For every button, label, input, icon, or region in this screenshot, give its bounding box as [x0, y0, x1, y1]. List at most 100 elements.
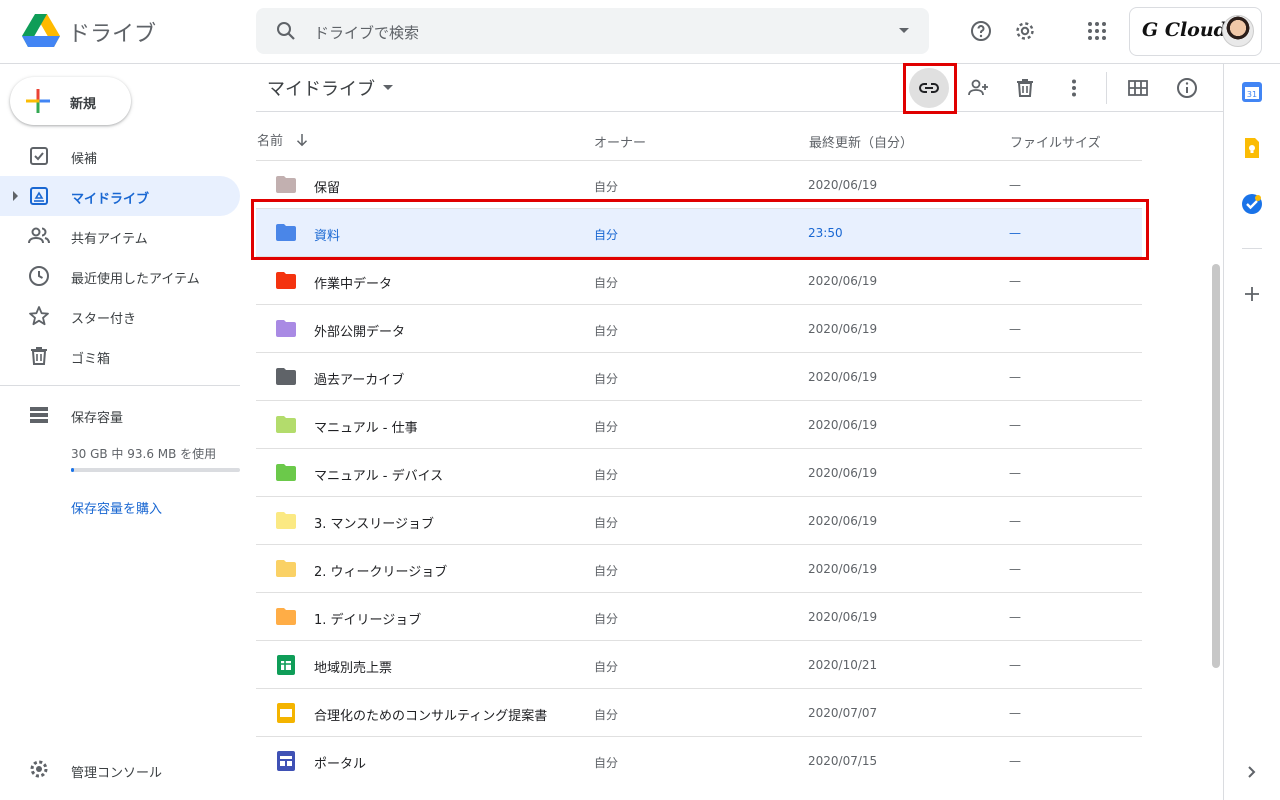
new-button[interactable]: 新規	[10, 77, 131, 125]
file-modified: 2020/06/19	[808, 178, 878, 192]
top-bar: ドライブ ドライブで検索 G Cloud	[0, 0, 1280, 64]
file-name: ポータル	[314, 757, 367, 772]
file-modified: 2020/07/07	[808, 706, 878, 720]
search-bar[interactable]: ドライブで検索	[256, 8, 929, 54]
file-size: —	[1009, 754, 1021, 768]
remove-button[interactable]	[1005, 68, 1045, 108]
sidebar-item-trash[interactable]: ゴミ箱	[0, 336, 240, 376]
account-switcher[interactable]: G Cloud	[1129, 7, 1262, 56]
file-row[interactable]: マニュアル - 仕事 自分 2020/06/19 —	[256, 400, 1142, 448]
star-icon	[29, 306, 49, 326]
file-name: 1. デイリージョブ	[314, 613, 422, 628]
file-row[interactable]: マニュアル - デバイス 自分 2020/06/19 —	[256, 448, 1142, 496]
file-modified: 2020/06/19	[808, 322, 878, 336]
drive-logo-icon[interactable]	[22, 14, 60, 48]
file-row[interactable]: 3. マンスリージョブ 自分 2020/06/19 —	[256, 496, 1142, 544]
file-owner: 自分	[594, 420, 619, 434]
admin-console-link[interactable]: 管理コンソール	[0, 753, 240, 785]
sidebar-item-suggested[interactable]: 候補	[0, 136, 240, 176]
avatar[interactable]	[1222, 15, 1254, 47]
share-button[interactable]	[958, 68, 998, 108]
file-owner: 自分	[594, 372, 619, 386]
toolbar: マイドライブ	[256, 64, 1223, 112]
storage-title[interactable]: 保存容量	[71, 407, 123, 426]
trash-icon	[31, 347, 47, 365]
grid-view-icon	[1128, 80, 1148, 96]
file-row[interactable]: 作業中データ 自分 2020/06/19 —	[256, 256, 1142, 304]
file-size: —	[1009, 610, 1021, 624]
file-name: マニュアル - デバイス	[314, 469, 444, 484]
folder-icon	[276, 464, 296, 481]
file-owner: 自分	[594, 612, 619, 626]
sites-icon	[277, 751, 295, 771]
scrollbar-thumb[interactable]	[1212, 264, 1220, 668]
storage-icon	[30, 407, 48, 423]
sidebar-item-my-drive[interactable]: マイドライブ	[0, 176, 240, 216]
clock-icon	[29, 266, 49, 286]
file-row[interactable]: 2. ウィークリージョブ 自分 2020/06/19 —	[256, 544, 1142, 592]
file-modified: 2020/06/19	[808, 370, 878, 384]
calendar-icon[interactable]: 31	[1241, 81, 1263, 103]
file-row[interactable]: 合理化のためのコンサルティング提案書 自分 2020/07/07 —	[256, 688, 1142, 736]
file-size: —	[1009, 658, 1021, 672]
sidebar-item-recent[interactable]: 最近使用したアイテム	[0, 256, 240, 296]
more-actions-button[interactable]	[1054, 68, 1094, 108]
search-options-icon[interactable]	[899, 28, 909, 33]
search-input[interactable]: ドライブで検索	[314, 22, 419, 43]
org-brand-logo: G Cloud	[1142, 19, 1227, 41]
sidebar: 新規 候補 マイドライブ 共有アイテム 最近使用したアイテム スター付き ゴミ箱…	[0, 64, 256, 800]
sidebar-item-label: ゴミ箱	[71, 352, 111, 367]
folder-icon	[276, 272, 296, 289]
file-modified: 2020/07/15	[808, 754, 878, 768]
file-row[interactable]: 地域別売上票 自分 2020/10/21 —	[256, 640, 1142, 688]
expand-caret-icon[interactable]	[13, 191, 18, 201]
more-vert-icon	[1072, 79, 1076, 97]
tasks-icon[interactable]	[1241, 193, 1263, 215]
folder-icon	[276, 368, 296, 385]
breadcrumb[interactable]: マイドライブ	[267, 75, 375, 101]
file-modified: 2020/06/19	[808, 418, 878, 432]
buy-storage-link[interactable]: 保存容量を購入	[71, 498, 162, 517]
apps-grid-icon[interactable]	[1085, 19, 1109, 43]
folder-icon	[276, 416, 296, 433]
search-icon[interactable]	[274, 19, 298, 43]
file-name: 作業中データ	[314, 277, 393, 292]
admin-console-label: 管理コンソール	[71, 766, 163, 781]
file-owner: 自分	[594, 564, 619, 578]
chevron-right-icon[interactable]	[1241, 761, 1263, 783]
file-name: 保留	[314, 181, 341, 196]
sort-arrow-down-icon[interactable]	[293, 131, 311, 149]
storage-usage-fill	[71, 468, 74, 472]
slides-icon	[277, 703, 295, 723]
file-size: —	[1009, 370, 1021, 384]
add-addon-plus-icon[interactable]	[1241, 283, 1263, 305]
app-title[interactable]: ドライブ	[68, 16, 156, 48]
grid-view-button[interactable]	[1118, 68, 1158, 108]
details-button[interactable]	[1167, 68, 1207, 108]
file-modified: 2020/06/19	[808, 274, 878, 288]
file-owner: 自分	[594, 708, 619, 722]
folder-icon	[276, 608, 296, 625]
scrollbar[interactable]	[1210, 64, 1222, 800]
file-row[interactable]: 1. デイリージョブ 自分 2020/06/19 —	[256, 592, 1142, 640]
file-name: 合理化のためのコンサルティング提案書	[314, 709, 548, 724]
file-name: 地域別売上票	[314, 661, 393, 676]
file-modified: 2020/06/19	[808, 466, 878, 480]
file-size: —	[1009, 562, 1021, 576]
file-row[interactable]: ポータル 自分 2020/07/15 —	[256, 736, 1142, 784]
sidebar-item-shared[interactable]: 共有アイテム	[0, 216, 240, 256]
folder-icon	[276, 512, 296, 529]
file-row[interactable]: 外部公開データ 自分 2020/06/19 —	[256, 304, 1142, 352]
file-row[interactable]: 過去アーカイブ 自分 2020/06/19 —	[256, 352, 1142, 400]
file-size: —	[1009, 466, 1021, 480]
file-size: —	[1009, 274, 1021, 288]
help-icon[interactable]	[969, 19, 993, 43]
keep-icon[interactable]	[1241, 137, 1263, 159]
add-person-icon	[968, 79, 988, 96]
storage-usage-bar	[71, 468, 240, 472]
breadcrumb-dropdown-icon[interactable]	[383, 85, 393, 90]
file-modified: 2020/06/19	[808, 610, 878, 624]
sidebar-item-starred[interactable]: スター付き	[0, 296, 240, 336]
settings-gear-icon[interactable]	[1013, 19, 1037, 43]
new-button-label: 新規	[70, 97, 97, 112]
